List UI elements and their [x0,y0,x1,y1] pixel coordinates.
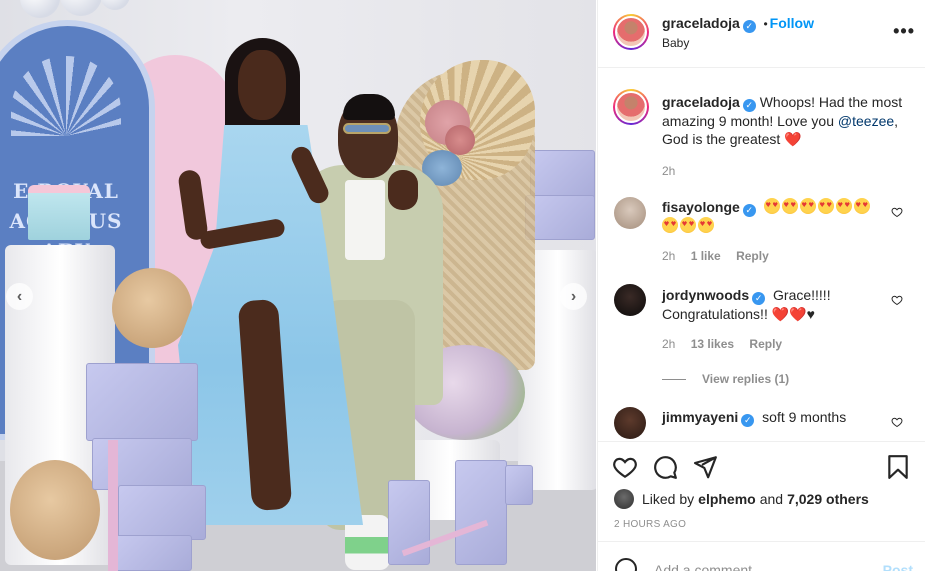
liked-by-user[interactable]: elphemo [698,491,756,507]
commenter-avatar[interactable] [614,407,646,439]
comment: jordynwoods ✓ Grace!!!!! Congratulations!… [662,286,882,388]
post-comment-button[interactable]: Post [883,562,913,571]
gift-box [118,485,206,540]
separator-dot: • [763,17,768,31]
comment-likes[interactable]: 1 like [691,249,721,263]
gift-box [92,438,192,490]
man-shirt [345,180,385,260]
red-heart-emoji: ❤️ [784,131,802,147]
gift-box [112,535,192,571]
author-avatar[interactable] [613,14,649,50]
comment-icon[interactable] [652,454,678,480]
heart-eyes-emoji [698,217,714,233]
reply-button[interactable]: Reply [749,337,782,351]
gift-box [455,460,507,565]
post-actions: Liked by elphemo and 7,029 others 2 HOUR… [598,441,925,541]
caption-username[interactable]: graceladoja [662,94,740,110]
bookmark-icon[interactable] [885,454,911,480]
sun-rays [11,56,121,136]
ribbon [108,440,118,571]
liker-avatar[interactable] [614,489,634,509]
man-hair [343,94,395,120]
liked-by-prefix: Liked by [642,491,695,507]
like-comment-heart-icon[interactable] [891,416,903,428]
cake [28,185,90,240]
verified-icon: ✓ [742,20,756,33]
heart-eyes-emoji [853,198,870,214]
comment-username[interactable]: jimmyayeni [662,409,738,425]
sunglasses [343,123,391,134]
verified-icon: ✓ [752,292,766,305]
comment-username[interactable]: fisayolonge [662,199,740,215]
action-icons [612,454,911,482]
comment: jimmyayeni ✓ soft 9 months [662,408,882,427]
heart-eyes-emoji [799,198,816,214]
comment: fisayolonge ✓ 2h 1 like Reply [662,198,882,265]
man-hand [388,170,418,210]
gift-box [505,465,533,505]
comment-meta: 2h 1 like Reply [662,247,882,265]
heart-eyes-emoji [835,198,852,214]
gift-box [530,150,595,200]
like-comment-heart-icon[interactable] [891,206,903,218]
verified-icon: ✓ [742,204,756,217]
teddy-bear [10,460,100,560]
comment-likes[interactable]: 13 likes [691,337,734,351]
woman-head [238,50,286,120]
location-link[interactable]: Baby [662,36,689,50]
mention-link[interactable]: @teezee [838,113,894,129]
author-username[interactable]: graceladoja [662,15,740,31]
heart-eyes-emoji [781,198,798,214]
add-comment-bar: Add a comment… Post [598,541,925,571]
share-icon[interactable] [692,454,718,480]
follow-button[interactable]: Follow [770,15,814,31]
add-comment-input[interactable]: Add a comment… [654,562,766,571]
gift-box [86,363,198,441]
comment-time: 2h [662,337,676,351]
comment-username[interactable]: jordynwoods [662,287,749,303]
liked-by-and: and [759,491,784,507]
view-replies-button[interactable]: View replies (1) [662,370,882,388]
replies-divider [662,379,686,381]
heart-eyes-emoji [662,217,678,233]
post-photo[interactable]: E ROYAL ACCIDUS ABY ‹ › [0,0,596,571]
comment-text: soft 9 months [762,409,847,425]
comments-list[interactable]: graceladoja ✓ Whoops! Had the most amazin… [598,69,925,441]
heart-eyes-emoji [680,217,696,233]
teddy-bear [112,268,192,348]
verified-icon: ✓ [741,414,755,427]
heart-eyes-emoji [763,198,780,214]
caption-time: 2h [662,164,676,178]
commenter-avatar[interactable] [614,284,646,316]
next-photo-button[interactable]: › [560,283,587,310]
more-options-icon[interactable]: ••• [893,21,915,42]
caption-avatar[interactable] [613,89,649,125]
post-sidebar: graceladoja ✓ • Follow Baby ••• graceladoj… [597,0,925,571]
likes-count[interactable]: 7,029 others [787,491,869,507]
post-header: graceladoja ✓ • Follow Baby ••• [598,0,925,68]
commenter-avatar[interactable] [614,197,646,229]
like-comment-heart-icon[interactable] [891,294,903,306]
gift-box [525,195,595,240]
heart-icon[interactable] [612,454,638,480]
likes-summary[interactable]: Liked by elphemo and 7,029 others [614,489,869,509]
verified-icon: ✓ [742,99,756,112]
view-replies-label[interactable]: View replies (1) [702,372,789,386]
previous-photo-button[interactable]: ‹ [6,283,33,310]
reply-button[interactable]: Reply [736,249,769,263]
emoji-icon[interactable] [614,557,638,571]
heart-eyes-emoji [817,198,834,214]
comment-meta: 2h 13 likes Reply [662,335,882,353]
flower [445,125,475,155]
comment-time: 2h [662,249,676,263]
post-timestamp: 2 HOURS AGO [614,519,687,530]
caption: graceladoja ✓ Whoops! Had the most amazin… [662,93,912,180]
